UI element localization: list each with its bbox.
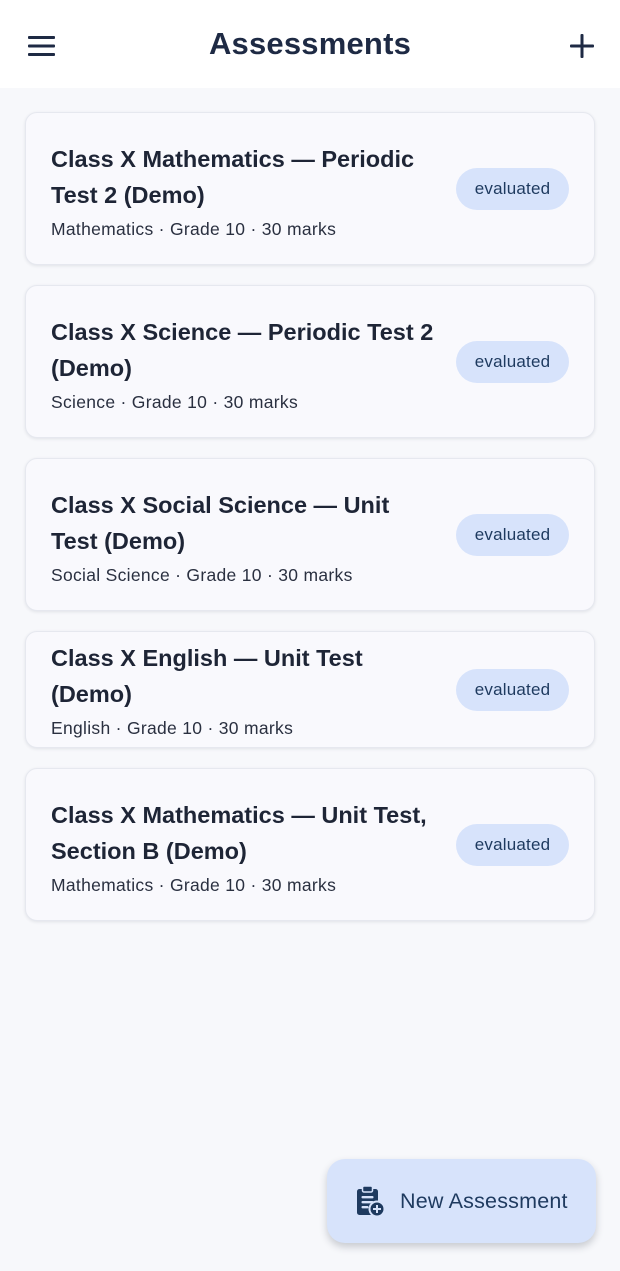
- assessment-title: Class X Social Science — Unit Test (Demo…: [51, 492, 390, 554]
- status-badge: evaluated: [456, 167, 569, 210]
- status-badge: evaluated: [456, 823, 569, 866]
- assessment-meta: Mathematics · Grade 10 · 30 marks: [51, 219, 337, 239]
- assessment-title: Class X English — Unit Test (Demo): [51, 645, 363, 707]
- status-badge: evaluated: [456, 513, 569, 556]
- assessment-card[interactable]: Class X Mathematics — Unit Test, Section…: [25, 768, 595, 921]
- app-bar: Assessments: [0, 0, 620, 88]
- assessment-title: Class X Science — Periodic Test 2 (Demo): [51, 319, 434, 381]
- assessment-info: Class X Mathematics — Periodic Test 2 (D…: [26, 137, 456, 240]
- assessment-info: Class X Mathematics — Unit Test, Section…: [26, 793, 456, 896]
- assessment-card[interactable]: Class X English — Unit Test (Demo) Engli…: [25, 631, 595, 748]
- assessment-meta: English · Grade 10 · 30 marks: [51, 718, 294, 738]
- add-assessment-button[interactable]: [560, 24, 604, 68]
- assessment-card[interactable]: Class X Social Science — Unit Test (Demo…: [25, 458, 595, 611]
- clipboard-add-icon: [354, 1184, 386, 1218]
- assessment-title: Class X Mathematics — Unit Test, Section…: [51, 802, 427, 864]
- plus-icon: [570, 34, 594, 58]
- assessment-info: Class X English — Unit Test (Demo) Engli…: [26, 640, 456, 739]
- assessment-meta: Science · Grade 10 · 30 marks: [51, 392, 298, 412]
- assessment-meta: Mathematics · Grade 10 · 30 marks: [51, 875, 337, 895]
- new-assessment-label: New Assessment: [400, 1188, 568, 1213]
- assessment-info: Class X Science — Periodic Test 2 (Demo)…: [26, 310, 456, 413]
- assessment-list: Class X Mathematics — Periodic Test 2 (D…: [25, 112, 595, 941]
- assessment-meta: Social Science · Grade 10 · 30 marks: [51, 565, 353, 585]
- status-badge: evaluated: [456, 340, 569, 383]
- page-title: Assessments: [208, 26, 412, 61]
- new-assessment-button[interactable]: New Assessment: [327, 1159, 596, 1243]
- assessment-card[interactable]: Class X Science — Periodic Test 2 (Demo)…: [25, 285, 595, 438]
- assessment-info: Class X Social Science — Unit Test (Demo…: [26, 483, 456, 586]
- assessment-card[interactable]: Class X Mathematics — Periodic Test 2 (D…: [25, 112, 595, 265]
- status-badge: evaluated: [456, 668, 569, 711]
- assessment-title: Class X Mathematics — Periodic Test 2 (D…: [51, 146, 415, 208]
